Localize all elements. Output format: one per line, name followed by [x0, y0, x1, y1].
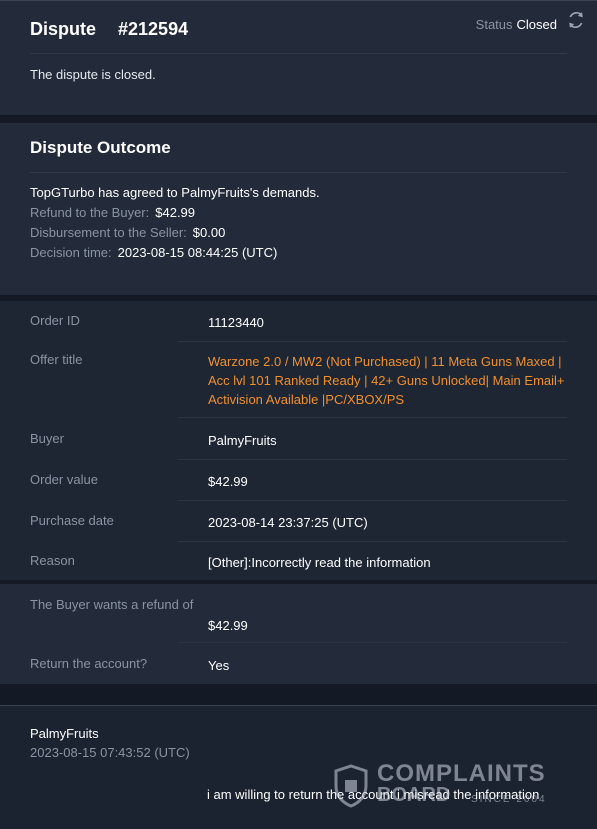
detail-label: Order ID — [30, 313, 80, 328]
refund-line: Refund to the Buyer: $42.99 — [30, 205, 195, 220]
separator — [0, 684, 597, 705]
divider — [178, 341, 567, 342]
watermark-line2: BOARD — [377, 784, 451, 806]
closed-message: The dispute is closed. — [30, 67, 156, 82]
refund-want-label: The Buyer wants a refund of — [30, 597, 194, 612]
divider — [178, 642, 567, 643]
decision-value: 2023-08-15 08:44:25 (UTC) — [117, 245, 278, 260]
message-time: 2023-08-15 07:43:52 (UTC) — [30, 745, 190, 760]
decision-label: Decision time: — [30, 245, 112, 260]
return-account-value: Yes — [208, 658, 230, 673]
offer-title-link[interactable]: Warzone 2.0 / MW2 (Not Purchased) | 11 M… — [208, 352, 568, 409]
divider — [178, 541, 567, 542]
divider — [178, 417, 567, 418]
detail-value: 11123440 — [208, 315, 264, 330]
decision-line: Decision time: 2023-08-15 08:44:25 (UTC) — [30, 245, 277, 260]
refund-value: $42.99 — [155, 205, 196, 220]
divider — [30, 172, 567, 173]
detail-value: PalmyFruits — [208, 433, 277, 448]
divider — [178, 459, 567, 460]
detail-value: [Other]:Incorrectly read the information — [208, 555, 431, 570]
shield-icon — [334, 764, 368, 808]
detail-label: Purchase date — [30, 513, 114, 528]
outcome-summary: TopGTurbo has agreed to PalmyFruits's de… — [30, 185, 320, 200]
separator — [0, 115, 597, 123]
disbursement-label: Disbursement to the Seller: — [30, 225, 187, 240]
detail-value: 2023-08-14 23:37:25 (UTC) — [208, 515, 368, 530]
divider — [178, 500, 567, 501]
dispute-header-panel: Dispute #212594 Status Closed The dispute … — [0, 0, 597, 115]
divider — [30, 53, 567, 54]
refresh-icon[interactable] — [567, 11, 585, 29]
status-value: Closed — [516, 17, 557, 32]
refund-request-panel: The Buyer wants a refund of $42.99 Retur… — [0, 584, 597, 684]
message-author: PalmyFruits — [30, 726, 99, 741]
detail-value: $42.99 — [208, 474, 248, 489]
disbursement-line: Disbursement to the Seller: $0.00 — [30, 225, 225, 240]
dispute-title-label: Dispute — [30, 19, 97, 39]
refund-label: Refund to the Buyer: — [30, 205, 150, 220]
dispute-title: Dispute #212594 — [30, 19, 188, 40]
dispute-outcome-panel: Dispute Outcome TopGTurbo has agreed to … — [0, 123, 597, 295]
status-label: Status — [475, 17, 513, 32]
return-account-label: Return the account? — [30, 656, 148, 671]
detail-label: Order value — [30, 472, 98, 487]
outcome-title: Dispute Outcome — [30, 138, 171, 157]
watermark-line3: SINCE 2004 — [471, 794, 547, 805]
refund-want-value: $42.99 — [208, 618, 248, 633]
detail-label: Reason — [30, 553, 75, 568]
detail-label: Offer title — [30, 352, 83, 367]
dispute-number: #212594 — [118, 19, 189, 39]
order-details-panel: Order ID 11123440 Offer title Warzone 2.… — [0, 301, 597, 580]
dispute-status: Status Closed — [476, 17, 557, 32]
detail-label: Buyer — [30, 431, 64, 446]
disbursement-value: $0.00 — [192, 225, 226, 240]
